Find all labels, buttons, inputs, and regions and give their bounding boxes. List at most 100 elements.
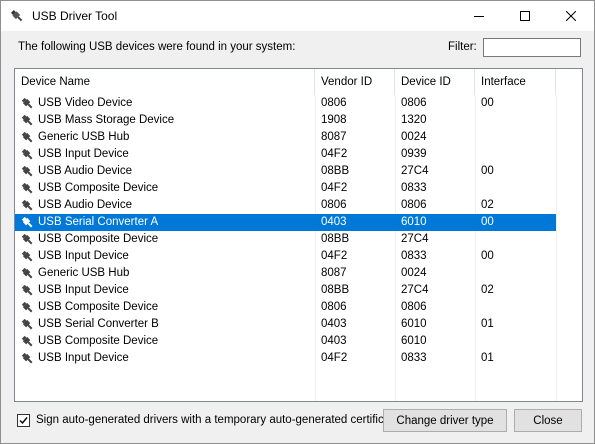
table-row[interactable]: USB Composite Device 0403 6010 <box>15 333 556 350</box>
devices-found-label: The following USB devices were found in … <box>18 41 296 53</box>
maximize-icon <box>520 11 530 21</box>
cell-name: USB Composite Device <box>38 301 159 313</box>
cell-device: 1320 <box>401 114 427 126</box>
table-row[interactable]: USB Input Device 04F2 0939 <box>15 146 556 163</box>
table-row[interactable]: USB Input Device 08BB 27C4 02 <box>15 282 556 299</box>
cell-vendor: 8087 <box>321 131 347 143</box>
column-header-interface[interactable]: Interface <box>475 69 556 95</box>
title-bar[interactable]: USB Driver Tool <box>1 1 594 31</box>
minimize-button[interactable] <box>456 1 502 31</box>
cell-device: 27C4 <box>401 233 429 245</box>
usb-driver-tool-window: USB Driver Tool The following USB device… <box>0 0 595 444</box>
sign-drivers-label[interactable]: Sign auto-generated drivers with a tempo… <box>36 414 400 426</box>
usb-plug-icon <box>21 301 33 313</box>
sign-drivers-checkbox[interactable] <box>17 414 30 427</box>
usb-plug-icon <box>21 182 33 194</box>
maximize-button[interactable] <box>502 1 548 31</box>
usb-plug-icon <box>21 335 33 347</box>
cell-device: 6010 <box>401 335 427 347</box>
cell-vendor: 0403 <box>321 335 347 347</box>
close-window-button[interactable] <box>548 1 594 31</box>
column-header-vendor-id[interactable]: Vendor ID <box>315 69 395 95</box>
table-row[interactable]: USB Composite Device 04F2 0833 <box>15 180 556 197</box>
table-row[interactable]: Generic USB Hub 8087 0024 <box>15 129 556 146</box>
cell-name: USB Input Device <box>38 284 129 296</box>
cell-device: 0833 <box>401 182 427 194</box>
cell-device: 0806 <box>401 97 427 109</box>
cell-vendor: 04F2 <box>321 148 348 160</box>
usb-plug-icon <box>21 233 33 245</box>
cell-interface: 00 <box>481 165 494 177</box>
close-icon <box>566 11 576 21</box>
close-button[interactable]: Close <box>514 409 582 432</box>
device-list[interactable]: Device Name Vendor ID Device ID Interfac… <box>14 68 583 402</box>
usb-plug-icon <box>21 216 33 228</box>
cell-name: USB Input Device <box>38 352 129 364</box>
cell-device: 0024 <box>401 267 427 279</box>
cell-vendor: 08BB <box>321 165 350 177</box>
table-row[interactable]: USB Input Device 04F2 0833 00 <box>15 248 556 265</box>
cell-vendor: 08BB <box>321 284 350 296</box>
cell-device: 0024 <box>401 131 427 143</box>
cell-name: USB Input Device <box>38 148 129 160</box>
cell-interface: 02 <box>481 199 494 211</box>
cell-device: 6010 <box>401 216 427 228</box>
cell-name: USB Composite Device <box>38 233 159 245</box>
cell-interface: 00 <box>481 216 494 228</box>
cell-vendor: 04F2 <box>321 250 348 262</box>
usb-plug-icon <box>21 131 33 143</box>
cell-device: 27C4 <box>401 284 429 296</box>
table-row[interactable]: USB Composite Device 08BB 27C4 <box>15 231 556 248</box>
usb-plug-icon <box>21 318 33 330</box>
table-row[interactable]: USB Serial Converter A 0403 6010 00 <box>15 214 556 231</box>
checkmark-icon <box>19 417 28 425</box>
table-row[interactable]: Generic USB Hub 8087 0024 <box>15 265 556 282</box>
cell-name: USB Serial Converter B <box>38 318 159 330</box>
cell-vendor: 0806 <box>321 199 347 211</box>
filter-input[interactable] <box>483 38 581 57</box>
cell-vendor: 1908 <box>321 114 347 126</box>
grid-line <box>556 95 557 401</box>
table-row[interactable]: USB Audio Device 0806 0806 02 <box>15 197 556 214</box>
usb-plug-icon <box>21 114 33 126</box>
table-row[interactable]: USB Input Device 04F2 0833 01 <box>15 350 556 367</box>
cell-interface: 00 <box>481 250 494 262</box>
cell-vendor: 0403 <box>321 216 347 228</box>
minimize-icon <box>474 16 484 17</box>
filter-label: Filter: <box>448 41 477 53</box>
cell-vendor: 0403 <box>321 318 347 330</box>
table-row[interactable]: USB Mass Storage Device 1908 1320 <box>15 112 556 129</box>
usb-plug-icon <box>21 284 33 296</box>
usb-plug-icon <box>21 148 33 160</box>
table-row[interactable]: USB Audio Device 08BB 27C4 00 <box>15 163 556 180</box>
cell-name: Generic USB Hub <box>38 267 130 279</box>
cell-name: Generic USB Hub <box>38 131 130 143</box>
table-row[interactable]: USB Video Device 0806 0806 00 <box>15 95 556 112</box>
cell-vendor: 04F2 <box>321 352 348 364</box>
cell-vendor: 0806 <box>321 97 347 109</box>
usb-plug-icon <box>10 9 23 22</box>
cell-vendor: 8087 <box>321 267 347 279</box>
cell-name: USB Composite Device <box>38 182 159 194</box>
column-header-device-name[interactable]: Device Name <box>15 69 315 95</box>
change-driver-type-button[interactable]: Change driver type <box>383 409 507 432</box>
cell-device: 0833 <box>401 352 427 364</box>
cell-device: 0833 <box>401 250 427 262</box>
cell-name: USB Video Device <box>38 97 133 109</box>
cell-name: USB Mass Storage Device <box>38 114 175 126</box>
cell-interface: 00 <box>481 97 494 109</box>
cell-vendor: 0806 <box>321 301 347 313</box>
table-row[interactable]: USB Composite Device 0806 0806 <box>15 299 556 316</box>
column-header-device-id[interactable]: Device ID <box>395 69 475 95</box>
cell-device: 0939 <box>401 148 427 160</box>
usb-plug-icon <box>21 267 33 279</box>
cell-name: USB Audio Device <box>38 199 132 211</box>
cell-interface: 01 <box>481 318 494 330</box>
cell-interface: 01 <box>481 352 494 364</box>
cell-device: 27C4 <box>401 165 429 177</box>
cell-vendor: 08BB <box>321 233 350 245</box>
cell-device: 0806 <box>401 199 427 211</box>
table-row[interactable]: USB Serial Converter B 0403 6010 01 <box>15 316 556 333</box>
window-title: USB Driver Tool <box>32 9 118 23</box>
usb-plug-icon <box>21 250 33 262</box>
